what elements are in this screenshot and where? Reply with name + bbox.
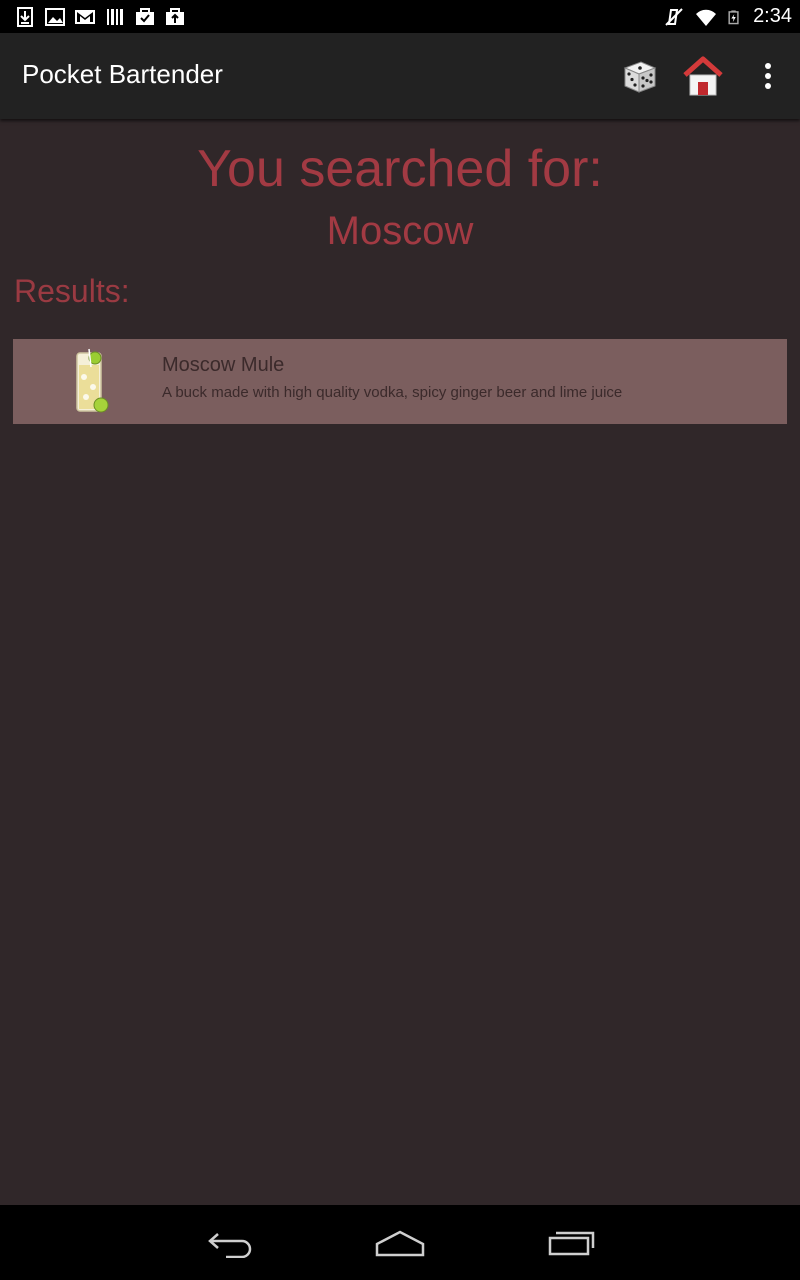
result-description: A buck made with high quality vodka, spi… xyxy=(162,384,623,401)
image-icon xyxy=(45,7,65,26)
back-icon xyxy=(208,1233,252,1258)
search-term: Moscow xyxy=(326,209,474,253)
home-icon xyxy=(683,56,723,96)
search-results-screen: You searched for: Moscow Results: Moscow… xyxy=(0,119,800,1205)
back-button[interactable] xyxy=(195,1221,265,1265)
search-heading: You searched for: xyxy=(197,140,603,198)
app-title: Pocket Bartender xyxy=(22,59,223,89)
status-bar: 2:34 xyxy=(0,0,800,33)
wifi-icon xyxy=(696,9,717,26)
recents-button[interactable] xyxy=(536,1221,606,1265)
notification-icons xyxy=(0,6,186,27)
cocktail-glass-icon xyxy=(76,348,109,413)
system-icons: 2:34 xyxy=(663,5,800,28)
home-nav-icon xyxy=(375,1230,425,1257)
result-title: Moscow Mule xyxy=(162,354,285,376)
gmail-icon xyxy=(75,9,95,24)
result-item-moscow-mule[interactable]: Moscow Mule A buck made with high qualit… xyxy=(13,339,787,424)
navigation-bar xyxy=(0,1205,800,1280)
overflow-menu-icon xyxy=(765,63,771,89)
results-label: Results: xyxy=(14,273,130,309)
briefcase-check-icon xyxy=(136,7,154,25)
dice-icon xyxy=(623,61,657,93)
battery-icon xyxy=(728,9,739,24)
random-drink-button[interactable] xyxy=(614,51,664,101)
home-button[interactable] xyxy=(678,51,728,101)
recents-icon xyxy=(548,1231,595,1256)
action-bar: Pocket Bartender xyxy=(0,33,800,119)
briefcase-upload-icon xyxy=(166,7,184,25)
overflow-menu-button[interactable] xyxy=(743,51,793,101)
home-nav-button[interactable] xyxy=(365,1221,435,1265)
download-icon xyxy=(17,6,33,27)
mute-icon xyxy=(665,7,683,26)
clock: 2:34 xyxy=(753,5,792,27)
barcode-icon xyxy=(107,8,123,25)
